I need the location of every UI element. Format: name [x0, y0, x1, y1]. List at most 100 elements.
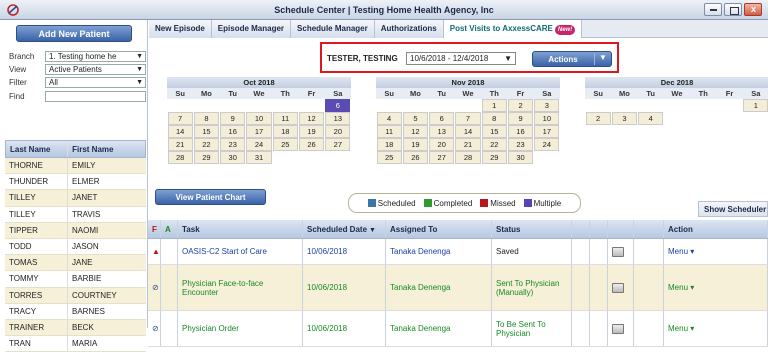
calendar-day[interactable]: 31: [246, 151, 272, 164]
scheduled-date-column-header[interactable]: Scheduled Date ▼: [303, 220, 386, 238]
calendar-day[interactable]: 28: [455, 151, 481, 164]
calendar-day[interactable]: 2: [585, 112, 611, 125]
calendar-day[interactable]: 29: [193, 151, 220, 164]
calendar-day[interactable]: 19: [298, 125, 325, 138]
calendar-day[interactable]: 11: [376, 125, 402, 138]
assigned-to-column-header[interactable]: Assigned To: [386, 220, 492, 238]
add-new-patient-button[interactable]: Add New Patient: [16, 25, 132, 42]
calendar-day[interactable]: 3: [534, 99, 560, 112]
task-link[interactable]: Physician Order: [178, 311, 303, 346]
calendar-day[interactable]: 6: [429, 112, 455, 125]
close-button[interactable]: [744, 3, 762, 16]
calendar-day[interactable]: 13: [429, 125, 455, 138]
maximize-button[interactable]: [724, 3, 742, 16]
calendar-day[interactable]: 10: [246, 112, 272, 125]
calendar-day[interactable]: 9: [507, 112, 534, 125]
patient-row[interactable]: TORRES COURTNEY: [5, 287, 146, 304]
printer-icon[interactable]: [612, 282, 624, 293]
calendar-day[interactable]: 30: [507, 151, 534, 164]
calendar-day[interactable]: 2: [507, 99, 534, 112]
patient-row[interactable]: THORNE EMILY: [5, 158, 146, 175]
branch-select[interactable]: 1. Testing home he ▼: [45, 51, 146, 62]
tab-post-visits-to-axxesscare[interactable]: Post Visits to AxxessCARE New!: [443, 20, 583, 38]
calendar-day[interactable]: 12: [298, 112, 325, 125]
calendar-day[interactable]: 18: [376, 138, 402, 151]
calendar-day[interactable]: 1: [481, 99, 507, 112]
view-select[interactable]: Active Patients ▼: [45, 64, 146, 75]
patient-row[interactable]: TOMAS JANE: [5, 255, 146, 272]
calendar-day[interactable]: 29: [481, 151, 507, 164]
calendar-day[interactable]: 4: [376, 112, 402, 125]
patient-row[interactable]: TRAN MARIA: [5, 336, 146, 352]
calendar-day[interactable]: 8: [481, 112, 507, 125]
calendar-day[interactable]: 10: [534, 112, 560, 125]
last-name-header[interactable]: Last Name: [6, 141, 67, 157]
tab-episode-manager[interactable]: Episode Manager: [211, 20, 292, 38]
patient-row[interactable]: TILLEY TRAVIS: [5, 206, 146, 223]
find-input[interactable]: [45, 91, 146, 102]
calendar-day[interactable]: 4: [638, 112, 664, 125]
task-link[interactable]: OASIS-C2 Start of Care: [178, 239, 303, 264]
calendar-day[interactable]: 15: [193, 125, 220, 138]
calendar-day[interactable]: 5: [402, 112, 429, 125]
calendar-day[interactable]: 17: [534, 125, 560, 138]
calendar-day[interactable]: 17: [246, 125, 272, 138]
calendar-day[interactable]: 27: [325, 138, 351, 151]
calendar-day[interactable]: 22: [481, 138, 507, 151]
patient-row[interactable]: THUNDER ELMER: [5, 174, 146, 191]
calendar-day[interactable]: 14: [455, 125, 481, 138]
calendar-day[interactable]: 11: [272, 112, 298, 125]
tab-new-episode[interactable]: New Episode: [149, 20, 212, 38]
calendar-day[interactable]: 7: [455, 112, 481, 125]
patient-row[interactable]: TRACY BARNES: [5, 303, 146, 320]
tab-authorizations[interactable]: Authorizations: [374, 20, 444, 38]
first-name-header[interactable]: First Name: [67, 141, 145, 157]
calendar-day[interactable]: 14: [167, 125, 193, 138]
calendar-day[interactable]: 3: [611, 112, 638, 125]
calendar-day[interactable]: 6: [325, 99, 351, 112]
menu-link[interactable]: Menu ▾: [668, 247, 694, 256]
status-column-header[interactable]: Status: [492, 220, 572, 238]
calendar-day[interactable]: 26: [402, 151, 429, 164]
calendar-day[interactable]: 9: [220, 112, 246, 125]
calendar-day[interactable]: 20: [429, 138, 455, 151]
chevron-down-icon[interactable]: ▼: [599, 53, 607, 62]
calendar-day[interactable]: 26: [298, 138, 325, 151]
calendar-day[interactable]: 16: [220, 125, 246, 138]
task-link[interactable]: Physician Face-to-face Encounter: [178, 265, 303, 310]
calendar-day[interactable]: 19: [402, 138, 429, 151]
menu-link[interactable]: Menu ▾: [668, 283, 694, 292]
calendar-day[interactable]: 28: [167, 151, 193, 164]
menu-link[interactable]: Menu ▾: [668, 324, 694, 333]
calendar-day[interactable]: 24: [246, 138, 272, 151]
minimize-button[interactable]: [704, 3, 722, 16]
calendar-day[interactable]: 13: [325, 112, 351, 125]
calendar-day[interactable]: 7: [167, 112, 193, 125]
filter-select[interactable]: All ▼: [45, 77, 146, 88]
printer-icon[interactable]: [612, 323, 624, 334]
patient-row[interactable]: TIPPER NAOMI: [5, 222, 146, 239]
episode-date-select[interactable]: 10/6/2018 - 12/4/2018 ▼: [406, 52, 516, 65]
calendar-day[interactable]: 16: [507, 125, 534, 138]
actions-button[interactable]: Actions ▼: [532, 51, 612, 67]
calendar-day[interactable]: 22: [193, 138, 220, 151]
calendar-day[interactable]: 25: [272, 138, 298, 151]
patient-row[interactable]: TOMMY BARBIE: [5, 271, 146, 288]
calendar-day[interactable]: 1: [743, 99, 768, 112]
patient-row[interactable]: TODD JASON: [5, 238, 146, 256]
calendar-day[interactable]: 25: [376, 151, 402, 164]
view-patient-chart-button[interactable]: View Patient Chart: [155, 189, 266, 205]
calendar-day[interactable]: 21: [167, 138, 193, 151]
show-scheduler-button[interactable]: Show Scheduler: [698, 201, 768, 217]
calendar-day[interactable]: 21: [455, 138, 481, 151]
printer-icon[interactable]: [612, 246, 624, 257]
calendar-day[interactable]: 24: [534, 138, 560, 151]
calendar-day[interactable]: 27: [429, 151, 455, 164]
patient-row[interactable]: TILLEY JANET: [5, 190, 146, 207]
task-column-header[interactable]: Task: [178, 220, 303, 238]
calendar-day[interactable]: 23: [507, 138, 534, 151]
calendar-day[interactable]: 20: [325, 125, 351, 138]
calendar-day[interactable]: 30: [220, 151, 246, 164]
calendar-day[interactable]: 12: [402, 125, 429, 138]
calendar-day[interactable]: 18: [272, 125, 298, 138]
